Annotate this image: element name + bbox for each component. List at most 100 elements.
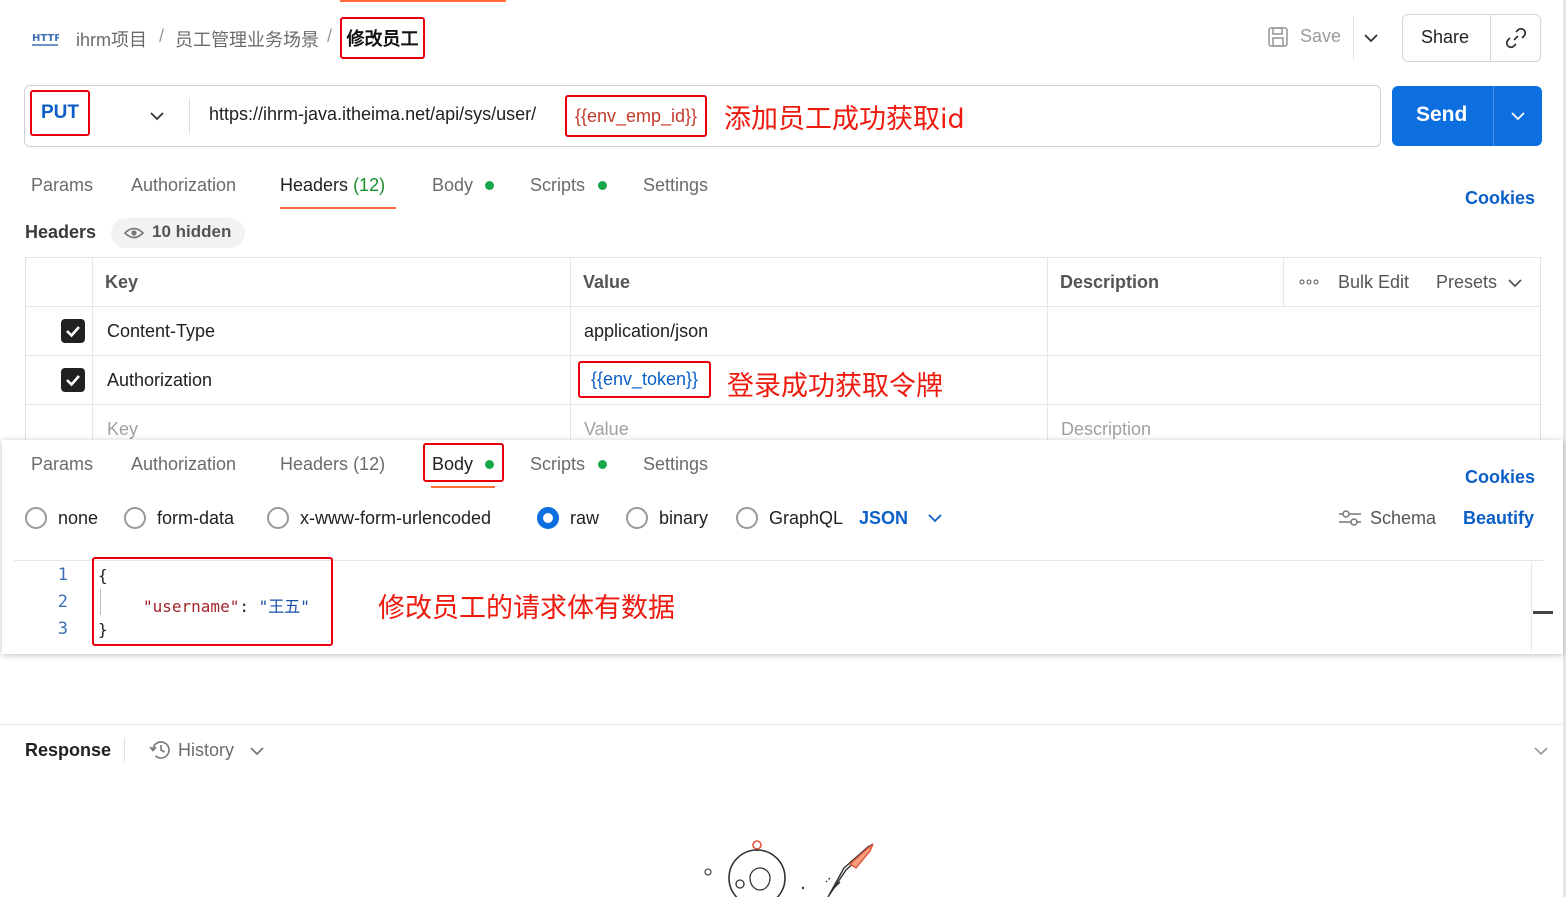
breadcrumb-project[interactable]: ihrm项目 [76, 26, 147, 52]
row-divider [26, 404, 1541, 405]
radio-label-raw[interactable]: raw [570, 508, 599, 529]
status-dot [598, 181, 607, 190]
radio-form-data[interactable] [124, 507, 146, 529]
save-button[interactable]: Save [1300, 26, 1341, 47]
bulk-edit-button[interactable]: Bulk Edit [1338, 272, 1409, 293]
chevron-down-icon[interactable] [248, 743, 266, 759]
column-header-value: Value [583, 272, 631, 292]
scrollbar-track[interactable] [1531, 562, 1532, 652]
tab-scripts[interactable]: Scripts [530, 454, 585, 475]
tab-headers-label: Headers [280, 454, 349, 474]
row-divider [26, 306, 1541, 307]
annotation-body-note: 修改员工的请求体有数据 [378, 593, 675, 624]
divider [124, 738, 125, 762]
header-value-env-variable[interactable]: {{env_token}} [578, 361, 711, 398]
header-row-checkbox[interactable] [61, 368, 85, 392]
chevron-down-icon[interactable] [1506, 275, 1524, 291]
chevron-down-icon[interactable] [148, 108, 166, 124]
scrollbar-thumb[interactable] [1533, 611, 1553, 614]
divider [0, 724, 1563, 725]
breadcrumb-separator: / [327, 26, 333, 46]
history-icon[interactable] [148, 739, 172, 761]
schema-icon[interactable] [1337, 508, 1363, 528]
breadcrumb-separator: / [159, 26, 165, 46]
active-tab-indicator [280, 207, 396, 209]
column-divider [570, 258, 571, 440]
http-request-icon: HTTP [32, 33, 59, 46]
share-button-label[interactable]: Share [1421, 27, 1469, 48]
tab-settings[interactable]: Settings [643, 454, 708, 475]
line-number: 3 [57, 619, 68, 639]
cookies-link[interactable]: Cookies [1465, 188, 1535, 209]
annotation-url-note: 添加员工成功获取id [724, 104, 965, 135]
status-dot [598, 460, 607, 469]
chevron-down-icon[interactable] [1532, 743, 1550, 759]
new-value-input[interactable]: Value [584, 419, 629, 440]
checkmark-icon [66, 326, 80, 338]
row-divider [26, 355, 1541, 356]
column-divider [92, 258, 93, 440]
tab-authorization[interactable]: Authorization [131, 175, 236, 196]
active-tab-indicator [431, 486, 495, 488]
column-divider [1283, 258, 1284, 306]
tab-scripts[interactable]: Scripts [530, 175, 585, 196]
header-key-cell[interactable]: Content-Type [107, 321, 215, 342]
tab-authorization[interactable]: Authorization [131, 454, 236, 475]
svg-text:HTTP: HTTP [32, 33, 59, 44]
radio-x-www-form-urlencoded[interactable] [267, 507, 289, 529]
tab-body[interactable]: Body [432, 175, 473, 196]
annotation-box-body-tab [423, 443, 504, 482]
header-key-cell[interactable]: Authorization [107, 370, 212, 391]
history-dropdown[interactable]: History [178, 740, 234, 761]
radio-raw[interactable] [537, 507, 559, 529]
response-title: Response [25, 740, 112, 760]
divider [1493, 86, 1494, 146]
checkmark-icon [66, 375, 80, 387]
radio-label-none[interactable]: none [58, 508, 98, 529]
hidden-headers-count[interactable]: 10 hidden [152, 222, 231, 242]
status-dot [485, 181, 494, 190]
schema-button[interactable]: Schema [1370, 508, 1436, 529]
chevron-down-icon[interactable] [1362, 30, 1380, 46]
header-row-checkbox[interactable] [61, 319, 85, 343]
url-input[interactable]: https://ihrm-java.itheima.net/api/sys/us… [209, 104, 536, 125]
tab-headers[interactable]: Headers (12) [280, 175, 385, 196]
line-number: 2 [57, 592, 68, 612]
save-icon[interactable] [1267, 26, 1289, 48]
chevron-down-icon[interactable] [926, 510, 944, 526]
new-key-input[interactable]: Key [107, 419, 138, 440]
tab-headers-label: Headers [280, 175, 349, 195]
send-button-label[interactable]: Send [1416, 103, 1467, 127]
format-dropdown[interactable]: JSON [859, 508, 908, 529]
tab-params[interactable]: Params [31, 175, 93, 196]
annotation-token-note: 登录成功获取令牌 [727, 371, 943, 402]
radio-none[interactable] [25, 507, 47, 529]
header-value-cell[interactable]: application/json [584, 321, 708, 342]
tab-params[interactable]: Params [31, 454, 93, 475]
radio-label-form-data[interactable]: form-data [157, 508, 234, 529]
radio-label-graphql[interactable]: GraphQL [769, 508, 843, 529]
more-options-icon[interactable] [1299, 278, 1319, 286]
radio-graphql[interactable] [736, 507, 758, 529]
divider [1490, 15, 1491, 61]
cookies-link[interactable]: Cookies [1465, 467, 1535, 488]
empty-response-illustration [704, 840, 874, 897]
tab-headers-count: (12) [353, 175, 386, 195]
chevron-down-icon[interactable] [1509, 108, 1527, 124]
radio-label-binary[interactable]: binary [659, 508, 708, 529]
breadcrumb-current-request[interactable]: 修改员工 [340, 17, 425, 59]
new-description-input[interactable]: Description [1061, 419, 1151, 440]
breadcrumb-folder[interactable]: 员工管理业务场景 [175, 26, 319, 52]
column-divider [1047, 258, 1048, 440]
tab-settings[interactable]: Settings [643, 175, 708, 196]
divider [1353, 16, 1354, 60]
radio-binary[interactable] [626, 507, 648, 529]
link-icon[interactable] [1505, 27, 1527, 49]
url-env-variable[interactable]: {{env_emp_id}} [565, 95, 707, 137]
method-select[interactable]: PUT [30, 90, 90, 136]
radio-label-urlencoded[interactable]: x-www-form-urlencoded [300, 508, 491, 529]
presets-dropdown[interactable]: Presets [1436, 272, 1497, 293]
loading-progress-bar [340, 0, 506, 2]
beautify-button[interactable]: Beautify [1463, 508, 1534, 529]
tab-headers[interactable]: Headers (12) [280, 454, 385, 475]
